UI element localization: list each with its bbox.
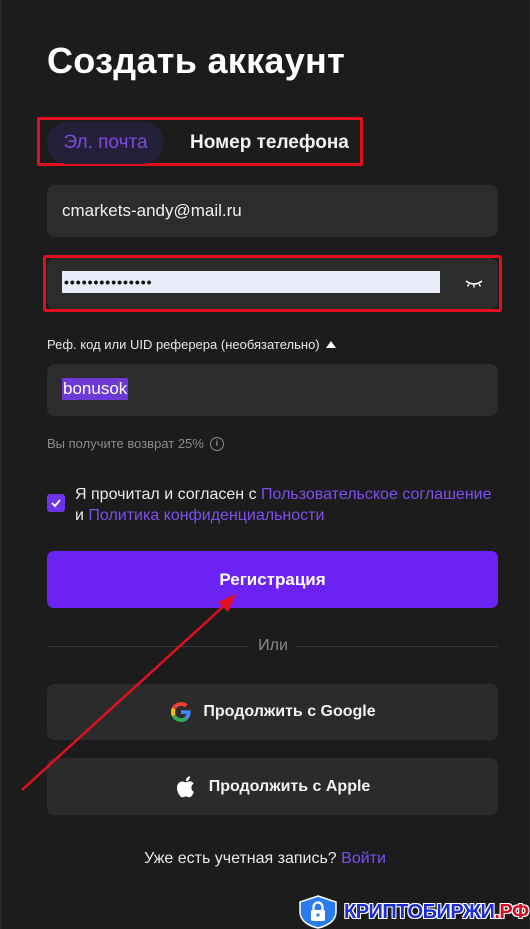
agree-prefix: Я прочитал и согласен с (75, 486, 257, 503)
agree-and: и (75, 507, 84, 524)
info-icon[interactable]: i (209, 436, 224, 451)
divider-right (297, 646, 498, 647)
watermark-main: КРИПТОБИРЖИ (344, 900, 495, 923)
cashback-note: Вы получите возврат 25% i (47, 436, 224, 451)
email-field[interactable]: cmarkets-andy@mail.ru (47, 185, 498, 237)
shield-lock-icon (299, 895, 337, 929)
watermark-text: КРИПТОБИРЖИ.РФ (344, 901, 529, 924)
triangle-up-icon (325, 341, 336, 348)
google-label: Продолжить с Google (203, 703, 376, 720)
agree-text: Я прочитал и согласен с Пользовательское… (75, 484, 495, 526)
cashback-text: Вы получите возврат 25% (47, 436, 204, 451)
privacy-link[interactable]: Политика конфиденциальности (88, 507, 324, 524)
login-prompt: Уже есть учетная запись? Войти (0, 850, 530, 868)
apple-icon (176, 775, 194, 797)
agree-checkbox[interactable] (47, 494, 65, 512)
tab-phone[interactable]: Номер телефона (190, 122, 349, 164)
google-signin-button[interactable]: Продолжить с Google (47, 684, 498, 740)
email-value: cmarkets-andy@mail.ru (62, 201, 242, 220)
referral-input[interactable]: bonusok (47, 364, 498, 416)
apple-label: Продолжить с Apple (208, 777, 371, 795)
referral-value: bonusok (62, 378, 129, 400)
password-value: ••••••••••••••• (62, 271, 440, 293)
register-button[interactable]: Регистрация (47, 551, 498, 608)
password-field[interactable]: ••••••••••••••• (47, 258, 498, 309)
google-icon (171, 702, 191, 722)
referral-toggle[interactable]: Реф. код или UID реферера (необязательно… (47, 337, 336, 352)
referral-label: Реф. код или UID реферера (необязательно… (47, 337, 320, 352)
watermark-suffix: .РФ (494, 900, 529, 923)
have-account-text: Уже есть учетная запись? (144, 850, 337, 867)
or-divider-label: Или (258, 637, 288, 654)
checkmark-icon (51, 499, 61, 508)
tab-email[interactable]: Эл. почта (47, 122, 164, 164)
divider-left (47, 646, 249, 647)
page-title: Создать аккаунт (47, 40, 346, 81)
terms-link[interactable]: Пользовательское соглашение (261, 486, 491, 503)
login-link[interactable]: Войти (341, 850, 386, 867)
eye-closed-icon[interactable] (464, 274, 484, 292)
watermark-logo: КРИПТОБИРЖИ.РФ (296, 895, 530, 929)
apple-signin-button[interactable]: Продолжить с Apple (47, 758, 498, 815)
